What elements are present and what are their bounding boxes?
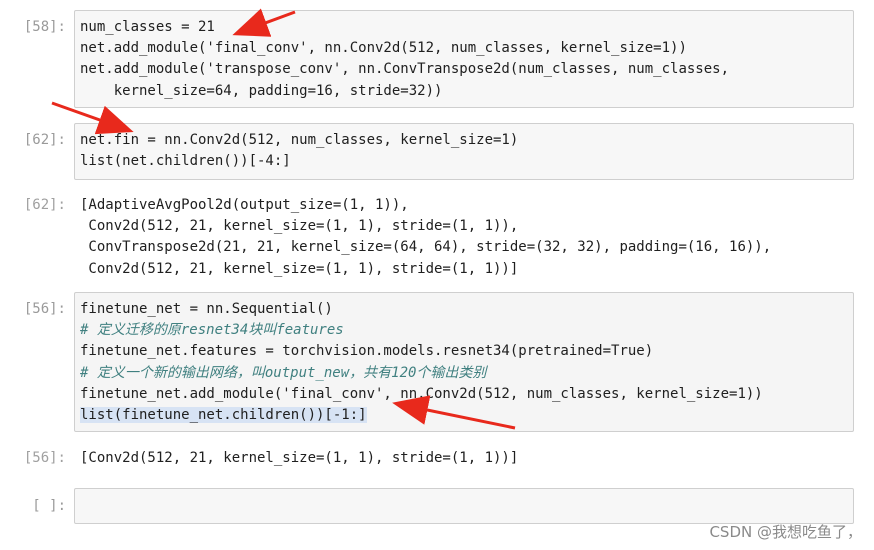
- code-line: finetune_net.features = torchvision.mode…: [80, 343, 654, 360]
- code-comment: # 定义迁移的原resnet34块叫features: [80, 322, 344, 339]
- code-block[interactable]: finetune_net = nn.Sequential() # 定义迁移的原r…: [80, 299, 763, 426]
- code-comment: # 定义一个新的输出网络，叫output_new，共有120个输出类别: [80, 364, 487, 381]
- output-line: ConvTranspose2d(21, 21, kernel_size=(64,…: [80, 239, 772, 256]
- code-line: finetune_net.add_module('final_conv', nn…: [80, 385, 763, 402]
- watermark: CSDN @我想吃鱼了，: [709, 523, 862, 541]
- cell-prompt: [58]:: [23, 19, 66, 35]
- output-prompt: [62]:: [23, 197, 66, 213]
- code-line: net.fin = nn.Conv2d(512, num_classes, ke…: [80, 132, 519, 148]
- cell-prompt: [62]:: [23, 132, 66, 148]
- code-line: num_classes = 21: [80, 19, 215, 35]
- code-line: kernel_size=64, padding=16, stride=32)): [80, 82, 443, 99]
- code-line: list(net.children())[-4:]: [80, 153, 291, 170]
- output-line: Conv2d(512, 21, kernel_size=(1, 1), stri…: [80, 218, 519, 235]
- code-block[interactable]: num_classes = 21 net.add_module('final_c…: [80, 17, 729, 102]
- code-line-highlighted: list(finetune_net.children())[-1:]: [80, 407, 367, 424]
- output-line: [Conv2d(512, 21, kernel_size=(1, 1), str…: [80, 450, 519, 466]
- output-prompt: [56]:: [23, 450, 66, 466]
- code-block[interactable]: net.fin = nn.Conv2d(512, num_classes, ke…: [80, 130, 518, 172]
- output-block: [AdaptiveAvgPool2d(output_size=(1, 1)), …: [80, 195, 771, 280]
- code-line: net.add_module('transpose_conv', nn.Conv…: [80, 61, 730, 78]
- output-block: [Conv2d(512, 21, kernel_size=(1, 1), str…: [80, 448, 518, 469]
- cell-prompt: [56]:: [23, 301, 66, 317]
- code-line: finetune_net = nn.Sequential(): [80, 301, 333, 317]
- code-line: net.add_module('final_conv', nn.Conv2d(5…: [80, 40, 687, 57]
- output-line: Conv2d(512, 21, kernel_size=(1, 1), stri…: [80, 260, 519, 277]
- cell-prompt: [ ]:: [32, 498, 66, 514]
- output-line: [AdaptiveAvgPool2d(output_size=(1, 1)),: [80, 197, 409, 213]
- empty-code-cell[interactable]: [74, 488, 854, 524]
